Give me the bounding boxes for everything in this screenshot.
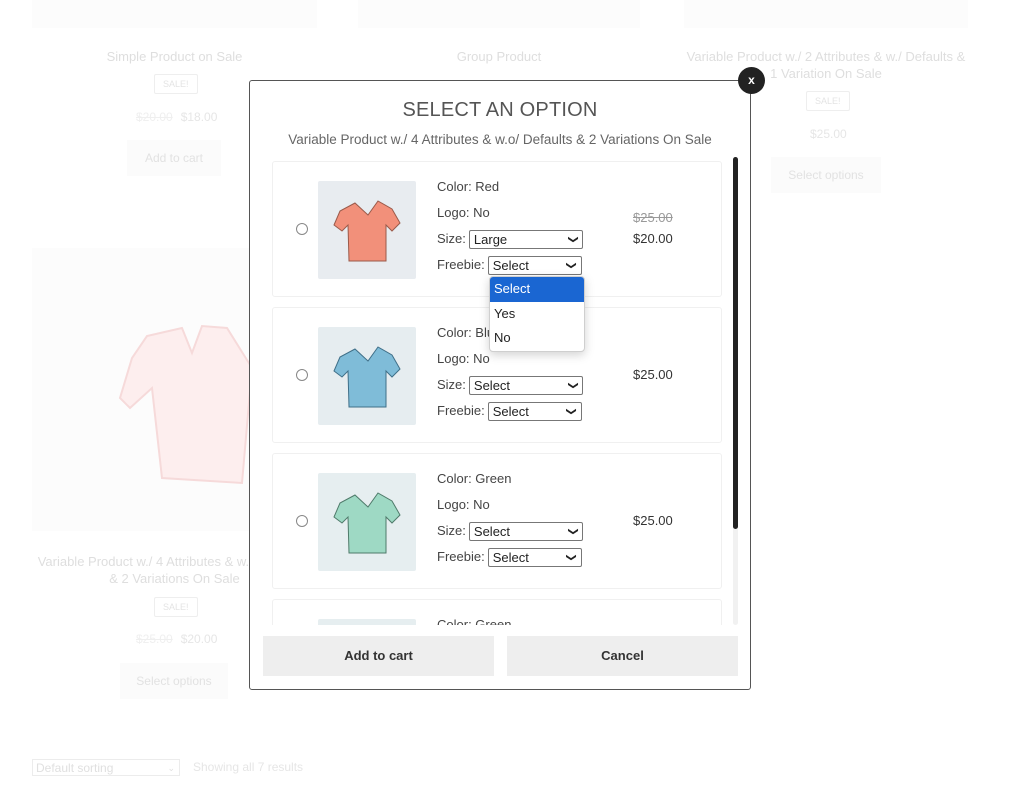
variation-image bbox=[318, 619, 416, 625]
sale-price: $20.00 bbox=[633, 231, 673, 246]
tshirt-icon bbox=[333, 200, 401, 262]
product-title[interactable]: Variable Product w./ 2 Attributes & w./ … bbox=[684, 48, 968, 82]
tshirt-icon bbox=[333, 492, 401, 554]
variation-attributes: Color: Red Logo: No Size: Large ❯ Freebie:… bbox=[437, 178, 583, 282]
chevron-down-icon: ❯ bbox=[567, 381, 579, 390]
dropdown-option-select[interactable]: Select bbox=[490, 277, 584, 302]
scrollbar-thumb[interactable] bbox=[733, 157, 738, 529]
chevron-down-icon: ❯ bbox=[566, 407, 578, 416]
freebie-label: Freebie: bbox=[437, 549, 485, 564]
variation-radio[interactable] bbox=[296, 515, 308, 527]
variation-attributes: Color: Green Logo: No Size: Select ❯ Freeb… bbox=[437, 470, 583, 574]
variation-radio[interactable] bbox=[296, 369, 308, 381]
product-title[interactable]: Group Product bbox=[358, 48, 640, 65]
sorting-select[interactable]: Default sorting ⌄ bbox=[32, 759, 180, 776]
product-title[interactable]: Simple Product on Sale bbox=[32, 48, 317, 65]
product-image bbox=[32, 0, 317, 28]
variation-image bbox=[318, 327, 416, 425]
variation-price: $25.00 bbox=[633, 513, 673, 528]
sorting-selected: Default sorting bbox=[36, 761, 114, 775]
modal-title: SELECT AN OPTION bbox=[402, 99, 598, 121]
variation-image bbox=[318, 181, 416, 279]
chevron-down-icon: ❯ bbox=[567, 527, 579, 536]
freebie-dropdown-menu: Select Yes No bbox=[489, 276, 585, 352]
results-count: Showing all 7 results bbox=[193, 760, 304, 774]
freebie-selected: Select bbox=[492, 550, 529, 566]
select-options-button[interactable]: Select options bbox=[120, 663, 228, 699]
freebie-select[interactable]: Select ❯ bbox=[487, 548, 582, 568]
dropdown-option-yes[interactable]: Yes bbox=[490, 302, 584, 327]
freebie-label: Freebie: bbox=[437, 403, 485, 418]
dropdown-option-no[interactable]: No bbox=[490, 326, 584, 351]
variation-row[interactable]: Color: Green Logo: No Size: Select ❯ Freeb… bbox=[272, 453, 722, 589]
product-price: $20.00 $18.00 bbox=[136, 110, 217, 124]
chevron-down-icon: ❯ bbox=[566, 261, 578, 270]
size-label: Size: bbox=[437, 377, 466, 392]
sale-badge: SALE! bbox=[806, 91, 850, 111]
logo-attribute: Logo: No bbox=[437, 497, 490, 512]
product-image bbox=[684, 0, 968, 28]
size-select[interactable]: Large ❯ bbox=[468, 230, 583, 250]
size-selected: Large bbox=[473, 232, 508, 248]
size-selected: Select bbox=[473, 378, 511, 394]
sale-price: $18.00 bbox=[180, 110, 218, 124]
product-image bbox=[358, 0, 640, 28]
freebie-select[interactable]: Select ❯ bbox=[487, 256, 582, 276]
select-option-modal: SELECT AN OPTION Variable Product w./ 4 … bbox=[249, 80, 751, 690]
tshirt-icon bbox=[333, 346, 401, 408]
chevron-down-icon: ❯ bbox=[567, 235, 579, 244]
add-to-cart-button[interactable]: Add to cart bbox=[127, 140, 221, 176]
freebie-selected: Select bbox=[492, 404, 529, 420]
regular-price: $25.00 bbox=[633, 210, 673, 225]
chevron-down-icon: ❯ bbox=[566, 553, 578, 562]
logo-attribute: Logo: No bbox=[437, 205, 490, 220]
chevron-down-icon: ⌄ bbox=[167, 763, 175, 773]
variation-price: $25.00 $20.00 bbox=[633, 210, 673, 246]
regular-price: $20.00 bbox=[136, 110, 173, 124]
variation-radio[interactable] bbox=[296, 223, 308, 235]
product-image bbox=[32, 248, 254, 531]
size-selected: Select bbox=[473, 524, 511, 540]
variation-image bbox=[318, 473, 416, 571]
color-attribute: Color: Green bbox=[437, 617, 512, 625]
color-attribute: Color: Green bbox=[437, 471, 512, 486]
size-label: Size: bbox=[437, 523, 466, 538]
sale-badge: SALE! bbox=[154, 597, 198, 617]
variation-attributes: Color: Green bbox=[437, 616, 511, 625]
add-to-cart-button[interactable]: Add to cart bbox=[263, 636, 494, 676]
logo-attribute: Logo: No bbox=[437, 351, 490, 366]
regular-price: $25.00 bbox=[136, 632, 173, 646]
sale-price: $20.00 bbox=[180, 632, 218, 646]
product-price: $25.00 bbox=[810, 127, 847, 141]
variation-row[interactable]: Color: Green bbox=[272, 599, 722, 625]
sale-badge: SALE! bbox=[154, 74, 198, 94]
variation-list: Color: Red Logo: No Size: Large ❯ Freebie:… bbox=[272, 159, 724, 625]
freebie-label: Freebie: bbox=[437, 257, 485, 272]
select-options-button[interactable]: Select options bbox=[771, 157, 881, 193]
color-attribute: Color: Red bbox=[437, 179, 500, 194]
tshirt-icon bbox=[118, 324, 254, 485]
close-button[interactable]: x bbox=[738, 67, 765, 94]
size-label: Size: bbox=[437, 231, 466, 246]
freebie-selected: Select bbox=[492, 258, 529, 274]
product-price: $25.00 $20.00 bbox=[136, 632, 217, 646]
freebie-select[interactable]: Select ❯ bbox=[487, 402, 582, 422]
variation-price: $25.00 bbox=[633, 367, 673, 382]
size-select[interactable]: Select ❯ bbox=[468, 376, 583, 396]
modal-subtitle: Variable Product w./ 4 Attributes & w.o/… bbox=[288, 132, 712, 147]
cancel-button[interactable]: Cancel bbox=[507, 636, 738, 676]
size-select[interactable]: Select ❯ bbox=[468, 522, 583, 542]
